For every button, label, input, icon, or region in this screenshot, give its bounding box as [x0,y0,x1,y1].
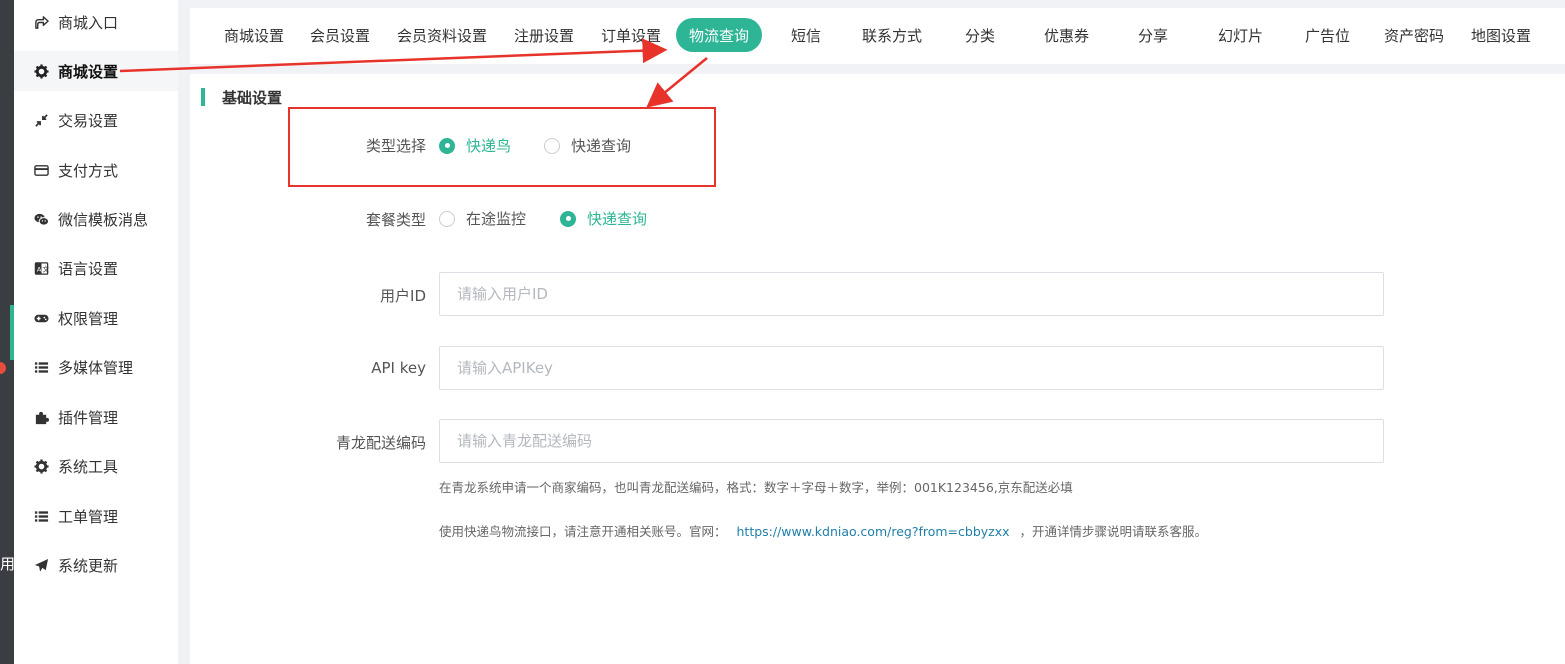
tab-ad-slots[interactable]: 广告位 [1305,18,1350,52]
sidebar-item-trade-settings[interactable]: 交易设置 [14,100,178,140]
sidebar-item-label: 系统工具 [58,457,119,476]
sidebar-item-mall-settings[interactable]: 商城设置 [14,51,178,91]
sidebar-item-label: 权限管理 [58,309,119,328]
radio-checked-icon [439,137,455,154]
radio-label: 快递查询 [587,210,648,228]
sidebar-item-system-tools[interactable]: 系统工具 [14,446,178,486]
sidebar-item-label: 系统更新 [58,556,119,575]
tab-category[interactable]: 分类 [965,18,995,52]
adjacent-panel-edge: 用 [0,0,16,664]
svg-text:A: A [36,265,41,273]
wechat-icon [33,211,49,227]
tab-map-settings[interactable]: 地图设置 [1471,18,1531,52]
sidebar-item-label: 商城入口 [58,13,119,32]
help-text-before: 使用快递鸟物流接口，请注意开通相关账号。官网： [439,524,727,539]
tab-slideshow[interactable]: 幻灯片 [1218,18,1263,52]
sidebar-item-permissions[interactable]: 权限管理 [14,298,178,338]
language-icon: A文 [33,260,49,276]
sidebar-item-label: 微信模板消息 [58,210,149,229]
sidebar-item-label: 商城设置 [58,62,119,81]
sidebar-item-label: 交易设置 [58,111,119,130]
sidebar-item-payment[interactable]: 支付方式 [14,150,178,190]
tab-order-settings[interactable]: 订单设置 [601,18,661,52]
qinglong-code-label: 青龙配送编码 [335,434,426,452]
gear-icon [33,458,49,474]
radio-label: 快递查询 [571,137,632,155]
sidebar-item-plugins[interactable]: 插件管理 [14,397,178,437]
section-accent-bar [201,88,205,106]
type-radio-kdniao[interactable]: 快递鸟 [439,135,511,156]
settings-content: 基础设置 类型选择 快递鸟 快递查询 套餐类型 在途监控 快递查询 用户ID A… [190,74,1565,664]
api-key-label: API key [371,359,426,377]
layout-gap [178,0,190,664]
package-radio-express-query[interactable]: 快递查询 [560,208,647,229]
radio-label: 在途监控 [466,210,527,228]
tab-member-profile-settings[interactable]: 会员资料设置 [397,18,487,52]
sidebar-item-label: 多媒体管理 [58,358,134,377]
sidebar: 商城入口 商城设置 交易设置 支付方式 微信模板消息 A文 语言设置 权限管理 [14,0,178,664]
compress-icon [33,112,49,128]
sidebar-item-label: 支付方式 [58,161,119,180]
tab-share[interactable]: 分享 [1138,18,1168,52]
sidebar-item-media[interactable]: 多媒体管理 [14,347,178,387]
sidebar-item-label: 插件管理 [58,408,119,427]
tab-asset-password[interactable]: 资产密码 [1384,18,1444,52]
sidebar-item-label: 语言设置 [58,259,119,278]
help-text-after: ，开通详情步骤说明请联系客服。 [1019,524,1208,539]
edge-text: 用 [0,555,16,573]
list-icon [33,359,49,375]
paper-plane-icon [33,557,49,573]
kdniao-register-link[interactable]: https://www.kdniao.com/reg?from=cbbyzxx [737,524,1010,539]
user-id-label: 用户ID [380,287,426,305]
user-id-input[interactable] [439,272,1384,316]
qinglong-help-text: 在青龙系统申请一个商家编码，也叫青龙配送编码，格式：数字＋字母＋数字，举例：00… [439,480,1073,495]
package-radio-in-transit[interactable]: 在途监控 [439,208,526,229]
sidebar-item-tickets[interactable]: 工单管理 [14,496,178,536]
puzzle-icon [33,409,49,425]
sidebar-item-wechat-template[interactable]: 微信模板消息 [14,199,178,239]
tab-coupons[interactable]: 优惠券 [1044,18,1089,52]
radio-unchecked-icon [439,210,455,227]
api-key-input[interactable] [439,346,1384,390]
section-title: 基础设置 [222,89,283,107]
tab-logistics-query[interactable]: 物流查询 [676,18,763,52]
settings-tab-bar: 商城设置 会员设置 会员资料设置 注册设置 订单设置 物流查询 短信 联系方式 … [190,8,1565,64]
type-radio-express-query[interactable]: 快递查询 [544,135,631,156]
sidebar-item-label: 工单管理 [58,507,119,526]
share-icon [33,14,49,30]
sidebar-item-mall-entry[interactable]: 商城入口 [14,2,178,42]
tab-contact[interactable]: 联系方式 [862,18,922,52]
radio-label: 快递鸟 [466,137,512,155]
type-select-label: 类型选择 [365,137,426,155]
list-icon [33,508,49,524]
sidebar-item-system-update[interactable]: 系统更新 [14,545,178,585]
kdniao-help-text: 使用快递鸟物流接口，请注意开通相关账号。官网： https://www.kdni… [439,521,1207,540]
tab-member-settings[interactable]: 会员设置 [310,18,370,52]
sidebar-item-language[interactable]: A文 语言设置 [14,248,178,288]
radio-unchecked-icon [544,137,560,154]
svg-text:文: 文 [42,264,49,273]
tab-mall-settings[interactable]: 商城设置 [224,18,284,52]
credit-card-icon [33,162,49,178]
notification-dot [0,362,6,374]
tab-register-settings[interactable]: 注册设置 [514,18,574,52]
tab-sms[interactable]: 短信 [791,18,821,52]
gamepad-icon [33,310,49,326]
qinglong-code-input[interactable] [439,419,1384,463]
radio-checked-icon [560,210,576,227]
gear-icon [33,63,49,79]
package-type-label: 套餐类型 [365,211,426,229]
